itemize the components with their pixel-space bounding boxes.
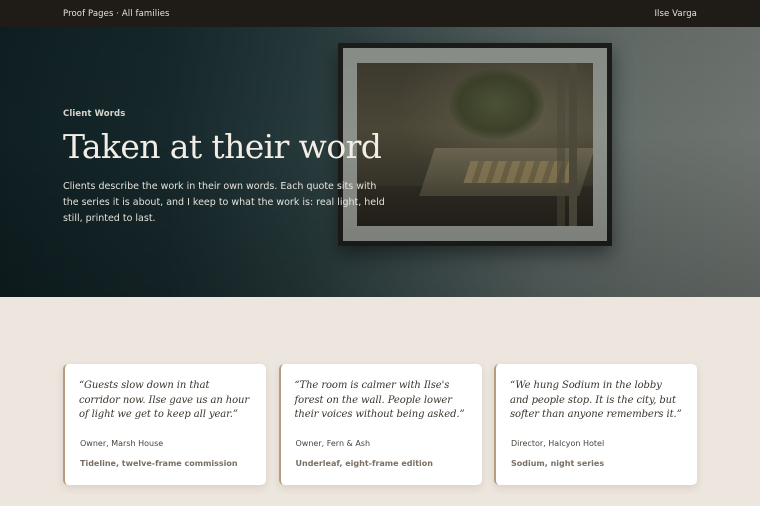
- testimonial-card: “Guests slow down in that corridor now. …: [63, 364, 266, 485]
- testimonial-series: Sodium, night series: [511, 459, 605, 468]
- hero-copy: Client Words Taken at their word Clients…: [63, 109, 403, 227]
- hero-eyebrow: Client Words: [63, 109, 126, 119]
- user-link[interactable]: Ilse Varga: [654, 9, 697, 19]
- testimonial-quote: “Guests slow down in that corridor now. …: [79, 380, 250, 420]
- testimonial-quote: “We hung Sodium in the lobby and people …: [510, 380, 682, 420]
- testimonial-author: Director, Halcyon Hotel: [511, 439, 605, 448]
- testimonial-author: Owner, Marsh House: [80, 439, 164, 448]
- hero-description: Clients describe the work in their own w…: [63, 181, 385, 225]
- testimonial-series: Tideline, twelve-frame commission: [80, 459, 238, 468]
- page-title: Taken at their word: [63, 127, 382, 166]
- testimonial-quote: “The room is calmer with Ilse's forest o…: [294, 380, 465, 420]
- testimonial-card: “The room is calmer with Ilse's forest o…: [278, 364, 482, 485]
- testimonial-card: “We hung Sodium in the lobby and people …: [494, 364, 697, 485]
- hero: Client Words Taken at their word Clients…: [0, 27, 760, 297]
- testimonial-series: Underleaf, eight-frame edition: [295, 459, 433, 468]
- top-bar: Proof Pages · All families Ilse Varga: [0, 0, 760, 27]
- testimonial-list: “Guests slow down in that corridor now. …: [63, 364, 697, 486]
- brand-link[interactable]: Proof Pages · All families: [63, 9, 170, 19]
- testimonial-author: Owner, Fern & Ash: [295, 439, 371, 448]
